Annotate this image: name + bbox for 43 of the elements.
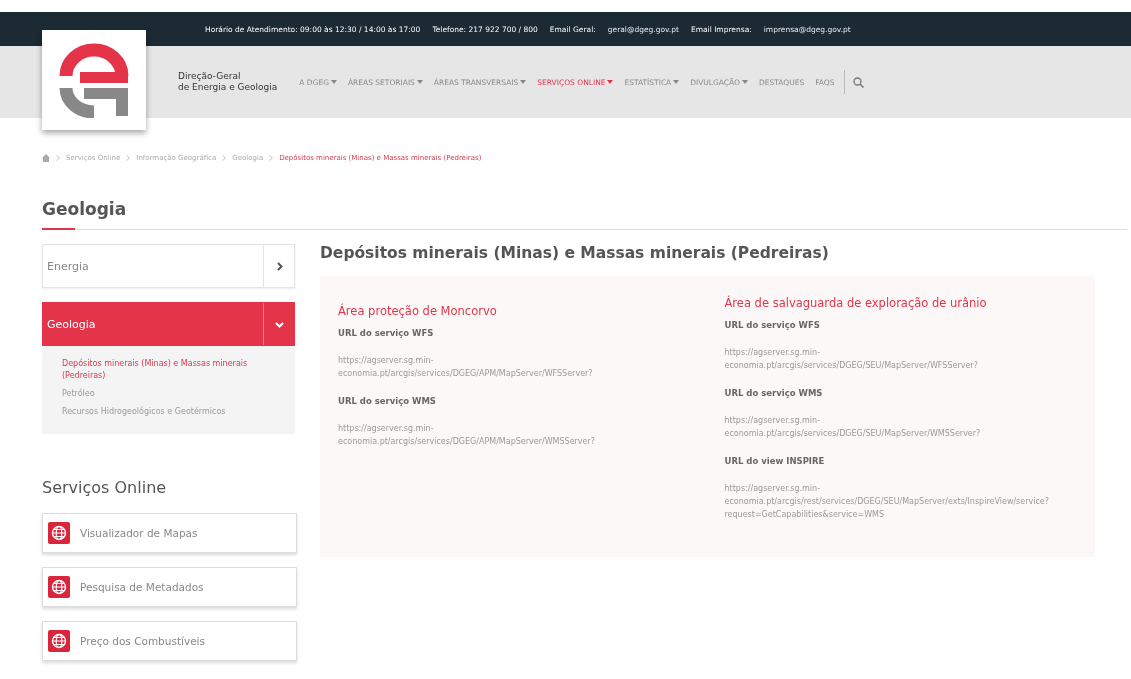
service-link[interactable]: Preço dos Combustíveis xyxy=(42,621,297,661)
brand-name: Direção-Geral xyxy=(178,71,242,82)
service-link[interactable]: Pesquisa de Metadados xyxy=(42,567,297,607)
brand-name: de Energia e Geologia xyxy=(178,82,278,93)
chevron-right-icon xyxy=(126,155,131,161)
chevron-right-icon xyxy=(56,155,60,161)
entry-heading: URL do serviço WMS xyxy=(724,388,824,398)
chevron-right-icon xyxy=(274,261,284,271)
url-text: https://agserver.sg.min-economia.pt/arcgis/services/DGEG/SEU/MapServer/WFSServer? xyxy=(724,347,979,372)
sidebar-subitem[interactable]: Recursos Hidrogeológicos e Geotérmicos xyxy=(62,406,275,418)
sidebar-item[interactable]: Energia xyxy=(42,244,295,288)
caret-icon xyxy=(416,80,423,84)
sidebar-subitem[interactable]: Depósitos minerais (Minas) e Massas minerais (Pedreiras) xyxy=(62,358,275,382)
column-title: Área proteção de Moncorvo xyxy=(338,304,498,318)
entry-heading: URL do serviço WFS xyxy=(724,320,821,330)
caret-icon xyxy=(520,80,527,84)
page-title: Depósitos minerais (Minas) e Massas minerais (Pedreiras) xyxy=(320,244,830,262)
url-text: https://agserver.sg.min-economia.pt/arcgis/services/DGEG/SEU/MapServer/WMSServer? xyxy=(724,415,982,440)
sidebar-item[interactable]: Geologia xyxy=(42,302,295,346)
caret-icon xyxy=(673,80,680,84)
caret-icon xyxy=(742,80,748,84)
chevron-right-icon xyxy=(222,155,227,161)
section-title: Geologia xyxy=(42,199,127,219)
sidebar-subitem[interactable]: Petróleo xyxy=(62,388,275,400)
search-icon[interactable] xyxy=(853,76,865,88)
entry-heading: URL do view INSPIRE xyxy=(724,456,826,466)
entry-heading: URL do serviço WFS xyxy=(338,328,435,338)
globe-icon xyxy=(48,630,70,652)
caret-icon xyxy=(331,80,337,84)
service-link[interactable]: Visualizador de Mapas xyxy=(42,513,297,553)
globe-icon xyxy=(48,522,70,544)
url-text: https://agserver.sg.min-economia.pt/arcgis/services/DGEG/APM/MapServer/WFSServer? xyxy=(338,355,594,380)
title-underline xyxy=(42,228,75,230)
chevron-down-icon xyxy=(274,319,284,329)
entry-heading: URL do serviço WMS xyxy=(338,396,437,406)
globe-icon xyxy=(48,576,70,598)
chevron-right-icon xyxy=(269,155,274,161)
column-title: Área de salvaguarda de exploração de urânio xyxy=(724,296,988,310)
caret-icon xyxy=(607,80,614,84)
sidebar-heading: Serviços Online xyxy=(42,478,168,497)
url-text: https://agserver.sg.min-economia.pt/arcgis/services/DGEG/APM/MapServer/WMSServer? xyxy=(338,423,597,448)
url-text: https://agserver.sg.min-economia.pt/arcgis/rest/services/DGEG/SEU/MapServer/exts/InspireView/service?request=GetCapabilities&service=WMS xyxy=(724,483,1051,521)
home-icon[interactable] xyxy=(42,154,50,162)
